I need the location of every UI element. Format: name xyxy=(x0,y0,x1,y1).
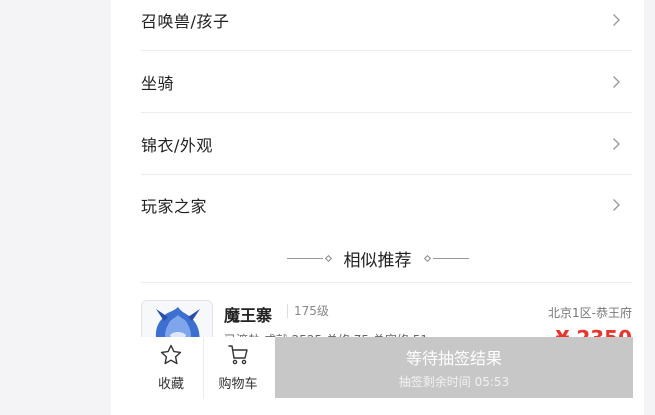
similar-recommend-heading: 相似推荐 xyxy=(111,243,644,273)
cart-label: 购物车 xyxy=(218,377,258,392)
menu-item-player-home[interactable]: 玩家之家 xyxy=(141,174,632,236)
lottery-status-button[interactable]: 等待抽签结果 抽签剩余时间 05:53 xyxy=(275,337,633,398)
menu-item-label: 坐骑 xyxy=(141,73,175,93)
divider-ornament-right xyxy=(422,254,469,262)
listing-server: 北京1区-恭王府 xyxy=(548,306,632,320)
lottery-countdown: 抽签剩余时间 05:53 xyxy=(398,375,510,389)
chevron-right-icon xyxy=(608,12,624,28)
shopping-cart-icon xyxy=(226,344,250,370)
menu-item-outfits[interactable]: 锦衣/外观 xyxy=(141,113,632,175)
menu-item-label: 玩家之家 xyxy=(141,197,208,216)
listing-title: 魔王寨 xyxy=(224,306,273,325)
listing-level: 175级 xyxy=(287,304,329,318)
menu-item-pets[interactable]: 召唤兽/孩子 xyxy=(141,0,632,51)
menu-item-label: 锦衣/外观 xyxy=(141,135,213,155)
menu-item-label: 召唤兽/孩子 xyxy=(141,11,230,31)
similar-recommend-title: 相似推荐 xyxy=(343,250,412,271)
star-icon xyxy=(159,344,183,370)
chevron-right-icon xyxy=(608,136,624,152)
favorite-label: 收藏 xyxy=(157,377,184,392)
bottom-action-bar: 收藏 购物车 等待抽签结果 抽签剩余时间 05:53 xyxy=(111,337,644,415)
divider-ornament-left xyxy=(286,254,334,262)
divider xyxy=(141,282,632,283)
favorite-button[interactable]: 收藏 xyxy=(141,337,201,399)
chevron-right-icon xyxy=(608,197,624,213)
chevron-right-icon xyxy=(608,74,624,90)
page-panel: 召唤兽/孩子 坐骑 锦衣/外观 玩家之家 相似推荐 魔王寨 175级 北京1区-… xyxy=(111,0,644,415)
divider xyxy=(203,337,204,399)
lottery-status-title: 等待抽签结果 xyxy=(405,349,502,368)
menu-item-mounts[interactable]: 坐骑 xyxy=(141,51,632,113)
cart-button[interactable]: 购物车 xyxy=(207,337,269,399)
